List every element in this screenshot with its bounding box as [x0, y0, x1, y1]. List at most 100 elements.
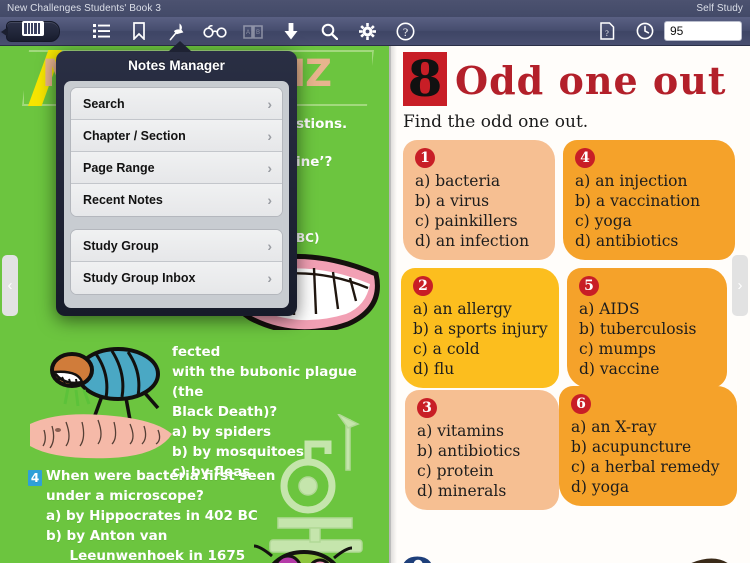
svg-text:?: ?	[605, 29, 609, 38]
title-bar: New Challenges Students' Book 3 Self Stu…	[0, 0, 750, 17]
svg-text:A: A	[246, 30, 250, 36]
notes-search-row[interactable]: Search ›	[71, 88, 282, 120]
ebook-reader-app: New Challenges Students' Book 3 Self Stu…	[0, 0, 750, 563]
study-group-row[interactable]: Study Group ›	[71, 230, 282, 262]
item-2-option-b: b) a sports injury	[413, 320, 548, 338]
item-3-option-c: c) protein	[417, 462, 494, 480]
download-button[interactable]	[272, 17, 310, 46]
q3-line-1: with the bubonic plague (the	[172, 364, 357, 400]
item-number-2: 2	[413, 276, 433, 296]
arm-illustration	[30, 414, 172, 459]
item-5-option-c: c) mumps	[579, 340, 656, 358]
odd-one-out-item-4[interactable]: 4 a) an injection b) a vaccination c) yo…	[563, 140, 735, 260]
item-5-option-a: a) AIDS	[579, 300, 640, 318]
item-1-option-d: d) an infection	[415, 232, 530, 250]
gear-icon	[358, 22, 376, 40]
odd-one-out-item-6[interactable]: 6 a) an X-ray b) acupuncture c) a herbal…	[559, 386, 737, 506]
settings-button[interactable]	[348, 17, 386, 46]
notes-chapter-section-label: Chapter / Section	[83, 128, 186, 143]
q4-line-0: When were bacteria first seen	[46, 468, 276, 484]
page-right[interactable]: 8 Odd one out Find the odd one out. 1 a)…	[391, 46, 750, 563]
help-button[interactable]: ?	[386, 17, 424, 46]
bug-illustration	[253, 544, 353, 563]
pin-icon	[169, 22, 185, 41]
chevron-right-icon: ›	[267, 95, 272, 112]
bookmark-icon	[133, 22, 145, 40]
study-group-inbox-label: Study Group Inbox	[83, 271, 196, 285]
question-circle-icon: ?	[396, 22, 415, 41]
popover-body: Search › Chapter / Section › Page Range …	[64, 81, 289, 308]
item-1-option-c: c) painkillers	[415, 212, 518, 230]
library-shelf-button[interactable]	[1, 20, 60, 42]
download-arrow-icon	[284, 22, 298, 40]
notes-page-range-label: Page Range	[83, 160, 155, 175]
next-section-number: 9	[399, 551, 438, 563]
history-button[interactable]	[626, 17, 664, 46]
chevron-right-icon: ›	[267, 237, 272, 254]
study-group-label: Study Group	[83, 238, 159, 253]
odd-one-out-item-5[interactable]: 5 a) AIDS b) tuberculosis c) mumps d) va…	[567, 268, 727, 388]
dictionary-icon: A B	[243, 24, 263, 39]
main-toolbar: A B ? ? 95	[0, 17, 750, 46]
chevron-right-icon: ›	[267, 159, 272, 176]
notes-search-label: Search	[83, 96, 125, 111]
notes-page-range-row[interactable]: Page Range ›	[71, 152, 282, 184]
section-instruction: Find the odd one out.	[403, 112, 589, 132]
item-1-option-a: a) bacteria	[415, 172, 501, 190]
bookmark-button[interactable]	[120, 17, 158, 46]
left-intro-line-1: stions.	[296, 116, 348, 132]
section-number-badge: 8	[403, 52, 447, 106]
clock-icon	[636, 22, 654, 40]
contents-button[interactable]	[82, 17, 120, 46]
item-4-option-b: b) a vaccination	[575, 192, 701, 210]
read-aloud-button[interactable]	[196, 17, 234, 46]
item-3-option-d: d) minerals	[417, 482, 507, 500]
item-number-6: 6	[571, 394, 591, 414]
item-3-option-b: b) antibiotics	[417, 442, 521, 460]
bookshelf-icon	[22, 21, 44, 41]
glasses-icon	[203, 24, 227, 38]
popover-pointer	[168, 41, 192, 52]
chevron-left-icon: ‹	[7, 277, 13, 294]
study-group-inbox-row[interactable]: Study Group Inbox ›	[71, 262, 282, 294]
q3-line-0: fected	[172, 344, 221, 360]
item-4-option-a: a) an injection	[575, 172, 688, 190]
item-number-5: 5	[579, 276, 599, 296]
study-group-options-group: Study Group › Study Group Inbox ›	[70, 229, 283, 295]
page-number-input[interactable]	[664, 21, 742, 41]
item-6-option-a: a) an X-ray	[571, 418, 657, 436]
item-2-option-c: c) a cold	[413, 340, 480, 358]
chevron-right-icon: ›	[267, 127, 272, 144]
notes-chapter-section-row[interactable]: Chapter / Section ›	[71, 120, 282, 152]
page-info-button[interactable]: ?	[588, 17, 626, 46]
study-mode-label: Self Study	[696, 3, 743, 14]
section-title: Odd one out	[455, 58, 727, 103]
odd-one-out-item-2[interactable]: 2 a) an allergy b) a sports injury c) a …	[401, 268, 559, 388]
item-3-option-a: a) vitamins	[417, 422, 504, 440]
item-4-option-d: d) antibiotics	[575, 232, 679, 250]
search-icon	[321, 23, 338, 40]
odd-one-out-item-3[interactable]: 3 a) vitamins b) antibiotics c) protein …	[405, 390, 559, 510]
list-icon	[92, 24, 110, 38]
item-5-option-d: d) vaccine	[579, 360, 660, 378]
item-number-1: 1	[415, 148, 435, 168]
item-number-3: 3	[417, 398, 437, 418]
item-1-option-b: b) a virus	[415, 192, 490, 210]
previous-page-arrow[interactable]: ‹	[2, 255, 18, 316]
item-5-option-b: b) tuberculosis	[579, 320, 697, 338]
item-number-4: 4	[575, 148, 595, 168]
item-6-option-c: c) a herbal remedy	[571, 458, 720, 476]
page-question-icon: ?	[599, 22, 615, 40]
item-2-option-a: a) an allergy	[413, 300, 512, 318]
left-intro-line-2: ine’?	[296, 154, 333, 170]
popover-title: Notes Manager	[128, 58, 225, 73]
next-page-arrow[interactable]: ›	[732, 255, 748, 316]
chevron-right-icon: ›	[267, 192, 272, 208]
notes-recent-label: Recent Notes	[83, 193, 163, 207]
svg-text:?: ?	[402, 25, 407, 39]
notes-manager-popover: Notes Manager Search › Chapter / Section…	[56, 51, 297, 316]
odd-one-out-item-1[interactable]: 1 a) bacteria b) a virus c) painkillers …	[403, 140, 555, 260]
dictionary-button[interactable]: A B	[234, 17, 272, 46]
search-button[interactable]	[310, 17, 348, 46]
notes-recent-row[interactable]: Recent Notes ›	[71, 184, 282, 216]
